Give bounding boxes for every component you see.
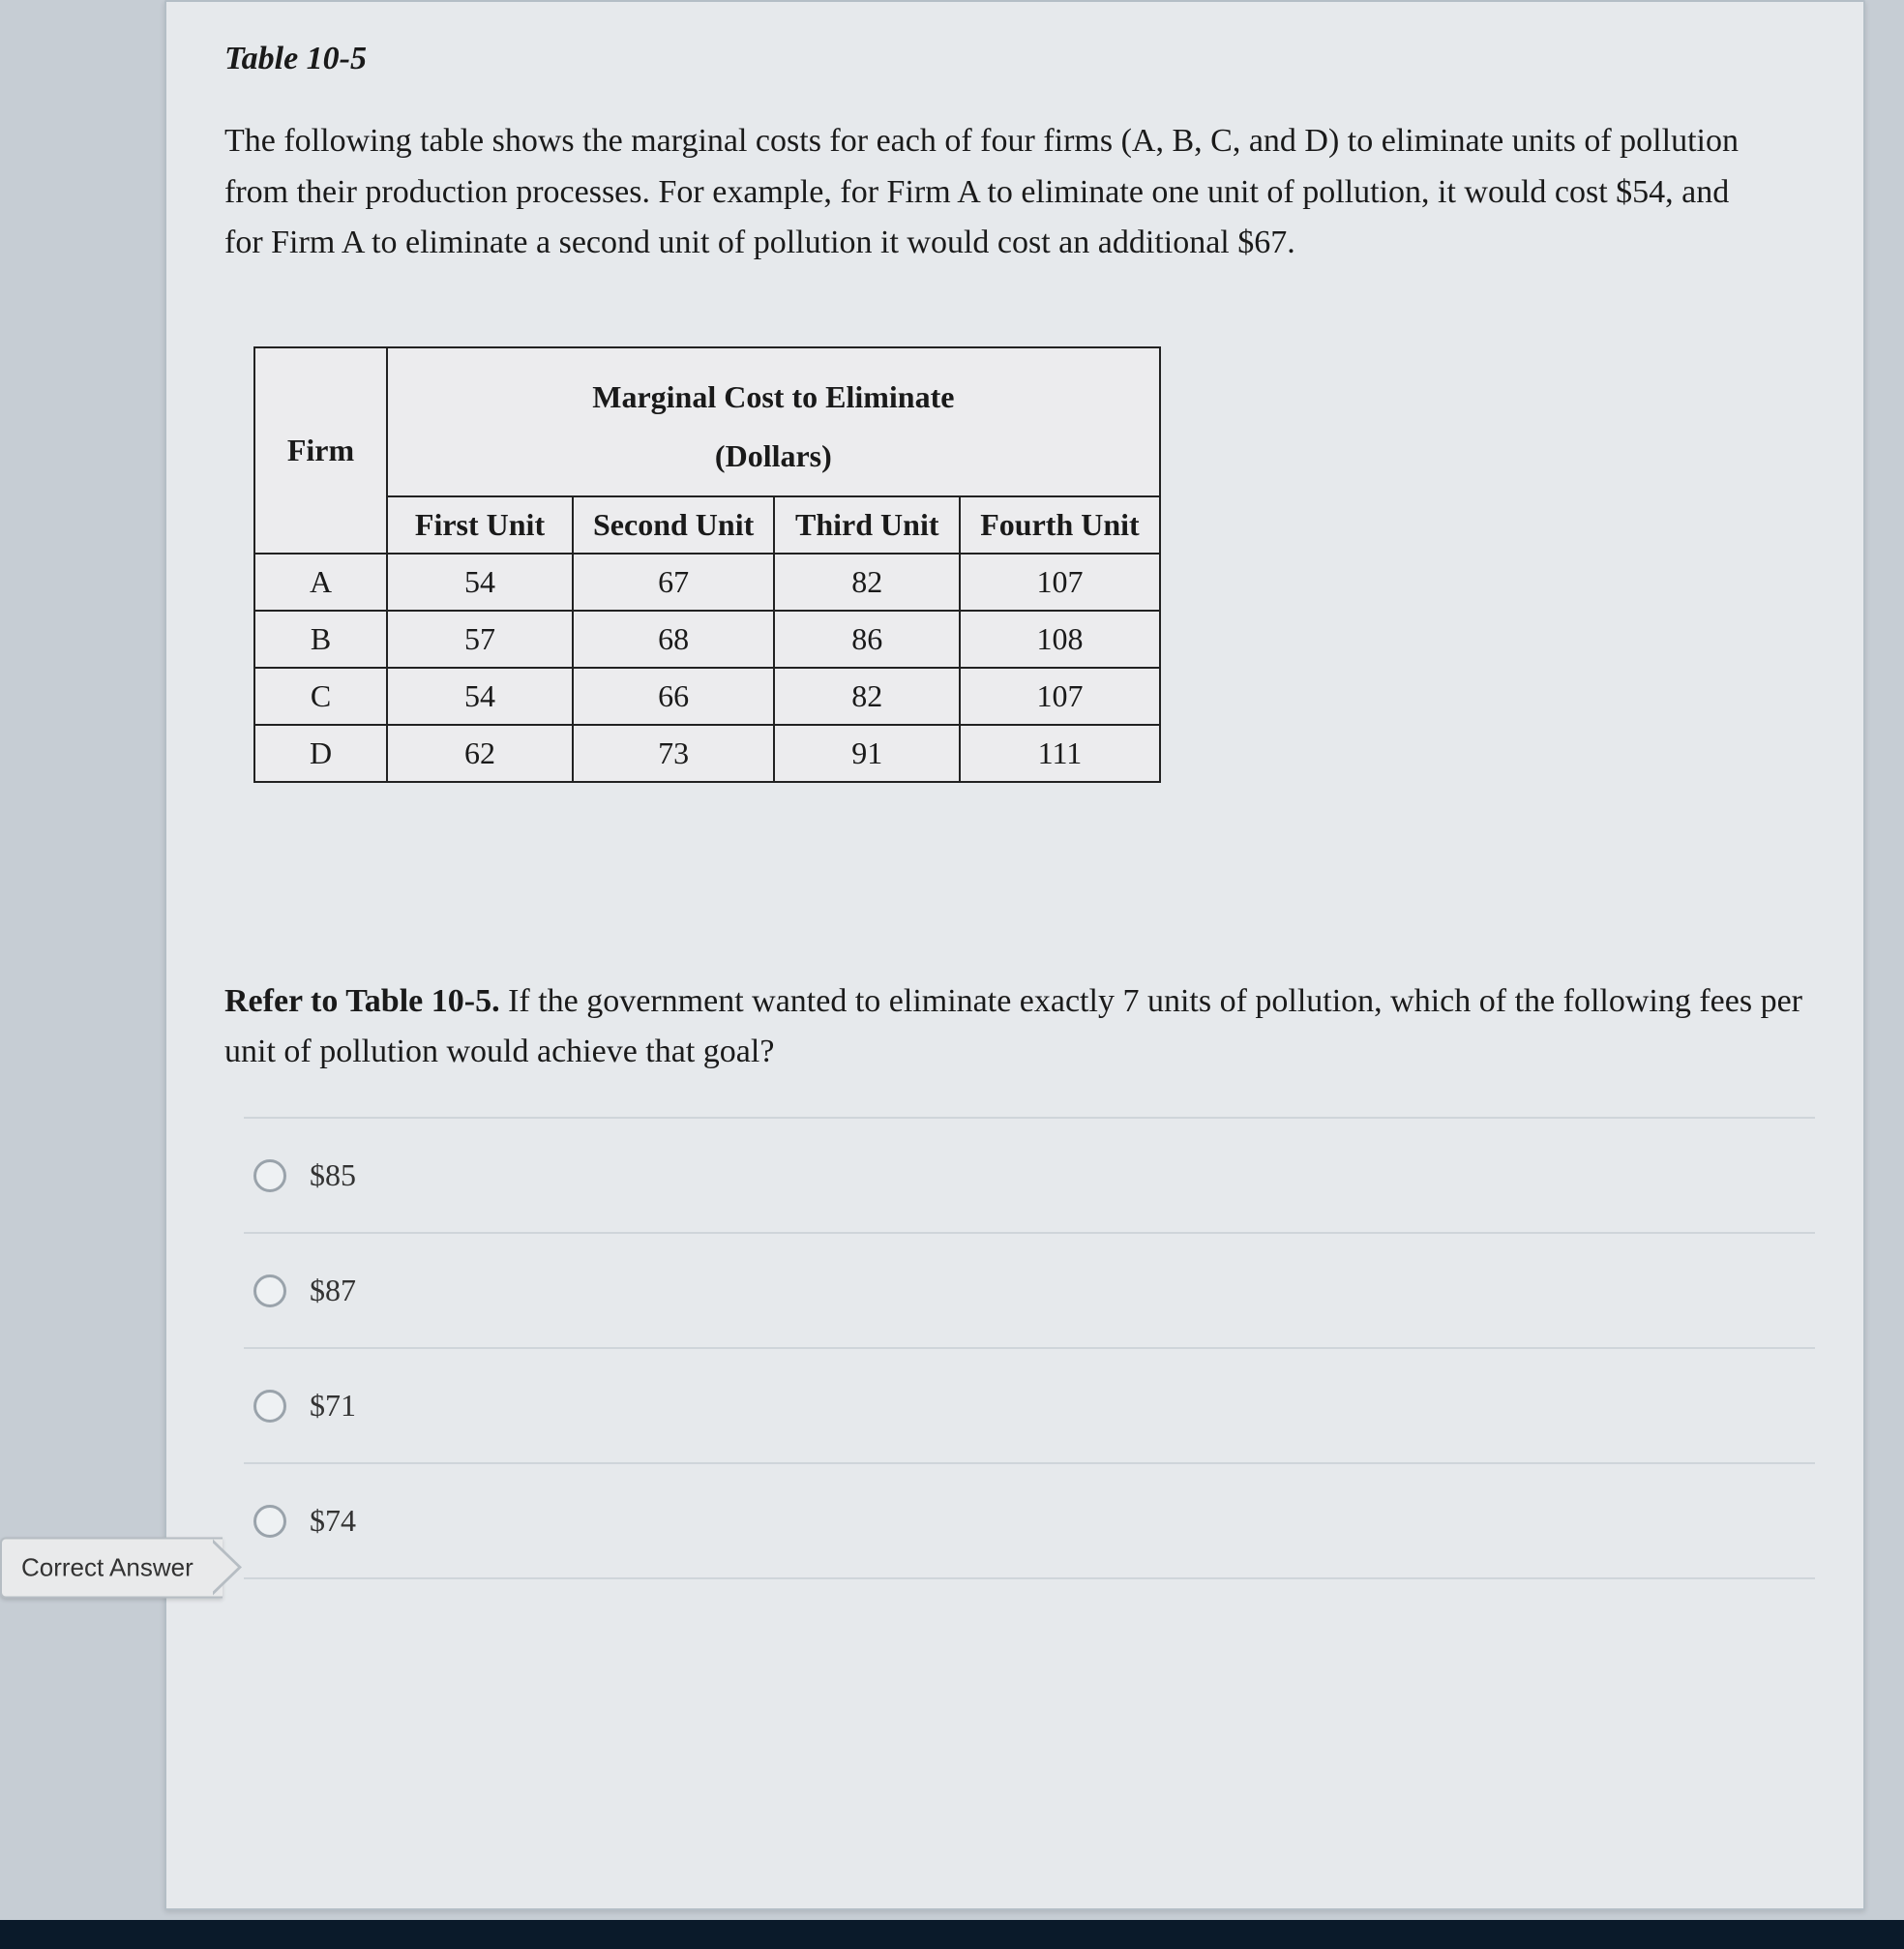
- table-header-firm: Firm: [254, 347, 387, 554]
- table-row: C 54 66 82 107: [254, 668, 1160, 725]
- table-title: Table 10-5: [224, 41, 1815, 77]
- table-header-mc: Marginal Cost to Eliminate (Dollars): [387, 347, 1160, 496]
- radio-icon: [253, 1159, 286, 1192]
- mc-header-line2: (Dollars): [715, 438, 832, 473]
- cell-value: 82: [774, 554, 960, 611]
- radio-icon: [253, 1390, 286, 1423]
- option-label: $74: [310, 1503, 356, 1539]
- cell-value: 73: [573, 725, 774, 782]
- cell-firm: C: [254, 668, 387, 725]
- cell-value: 54: [387, 668, 573, 725]
- data-table: Firm Marginal Cost to Eliminate (Dollars…: [253, 346, 1161, 783]
- page: Table 10-5 The following table shows the…: [0, 0, 1904, 1949]
- option-b[interactable]: $87: [244, 1232, 1815, 1347]
- cell-value: 68: [573, 611, 774, 668]
- cell-value: 111: [960, 725, 1159, 782]
- table-row: A 54 67 82 107: [254, 554, 1160, 611]
- cell-value: 54: [387, 554, 573, 611]
- option-label: $87: [310, 1273, 356, 1308]
- cell-value: 67: [573, 554, 774, 611]
- cell-firm: B: [254, 611, 387, 668]
- cell-value: 107: [960, 668, 1159, 725]
- cell-value: 91: [774, 725, 960, 782]
- correct-answer-label: Correct Answer: [21, 1553, 193, 1583]
- cell-value: 57: [387, 611, 573, 668]
- mc-header-line1: Marginal Cost to Eliminate: [592, 379, 954, 414]
- col-second-unit: Second Unit: [573, 496, 774, 554]
- cell-firm: D: [254, 725, 387, 782]
- cell-value: 66: [573, 668, 774, 725]
- table-row: B 57 68 86 108: [254, 611, 1160, 668]
- cell-value: 62: [387, 725, 573, 782]
- radio-icon: [253, 1274, 286, 1307]
- question-card: Table 10-5 The following table shows the…: [164, 0, 1865, 1910]
- option-label: $85: [310, 1157, 356, 1193]
- col-third-unit: Third Unit: [774, 496, 960, 554]
- radio-icon: [253, 1505, 286, 1538]
- question-bold-ref: Refer to Table 10-5.: [224, 983, 500, 1019]
- col-fourth-unit: Fourth Unit: [960, 496, 1159, 554]
- question-text: Refer to Table 10-5. If the government w…: [224, 976, 1815, 1078]
- intro-text: The following table shows the marginal c…: [224, 116, 1772, 269]
- table-row: D 62 73 91 111: [254, 725, 1160, 782]
- options-list: $85 $87 $71 $74: [244, 1117, 1815, 1579]
- cell-value: 107: [960, 554, 1159, 611]
- taskbar: [0, 1920, 1904, 1949]
- chevron-right-icon: [213, 1540, 252, 1597]
- cell-value: 82: [774, 668, 960, 725]
- cell-value: 108: [960, 611, 1159, 668]
- cell-value: 86: [774, 611, 960, 668]
- option-d[interactable]: $74: [244, 1462, 1815, 1579]
- cell-firm: A: [254, 554, 387, 611]
- correct-answer-tag: Correct Answer: [0, 1538, 223, 1599]
- option-c[interactable]: $71: [244, 1347, 1815, 1462]
- option-a[interactable]: $85: [244, 1117, 1815, 1232]
- option-label: $71: [310, 1388, 356, 1424]
- col-first-unit: First Unit: [387, 496, 573, 554]
